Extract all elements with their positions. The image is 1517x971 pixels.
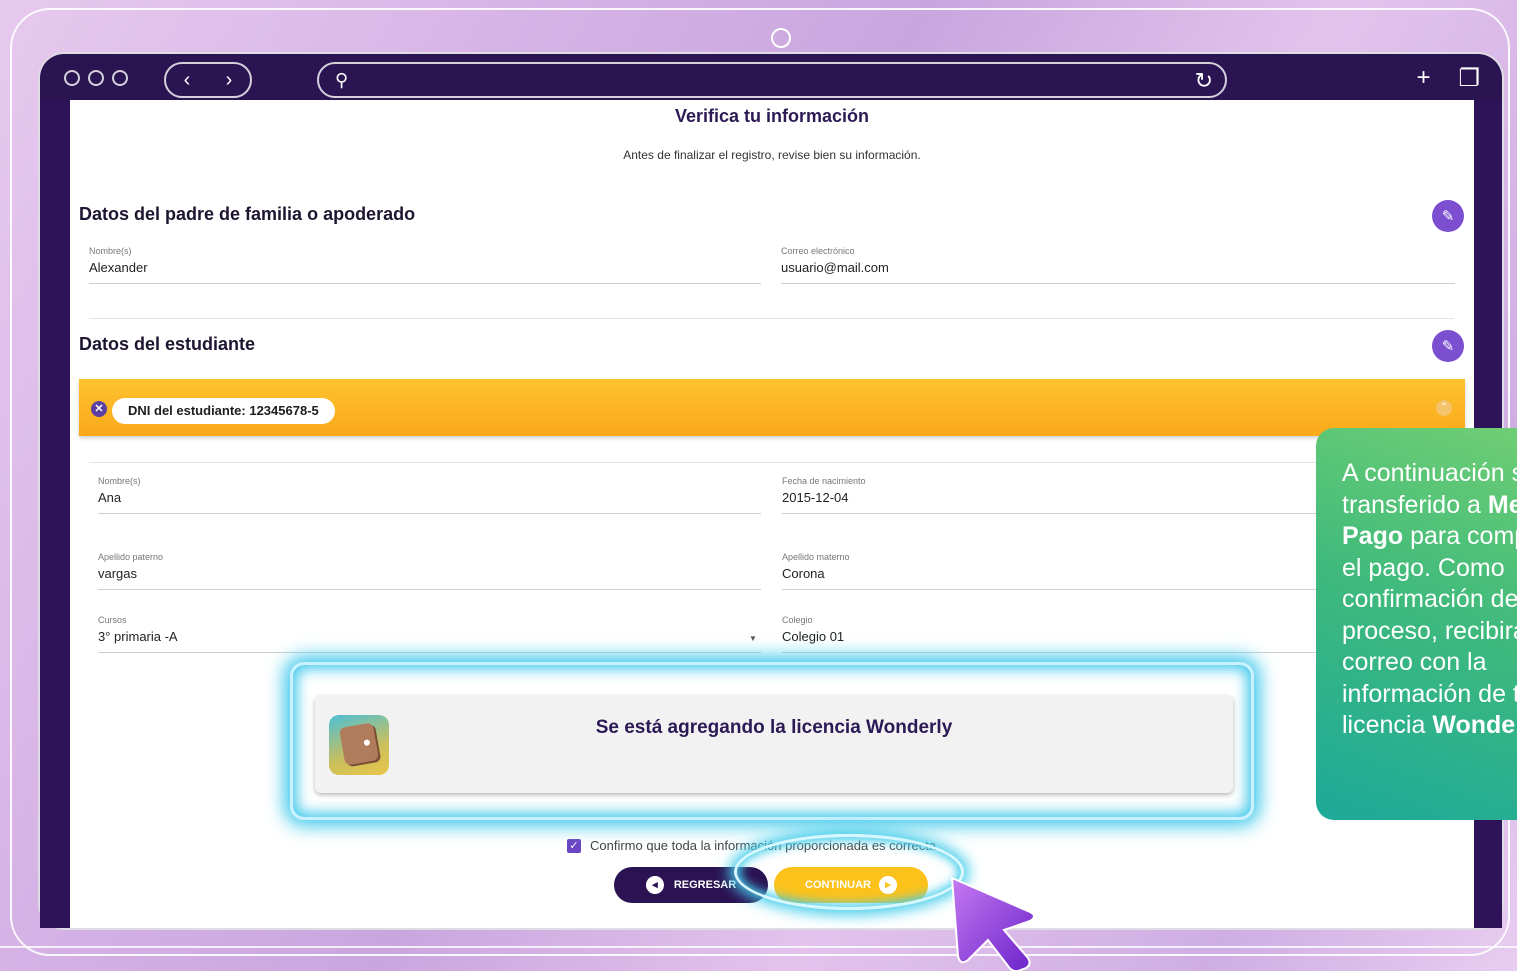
tabs-icon[interactable]: ❐ bbox=[1458, 64, 1480, 93]
field-label: Cursos bbox=[98, 615, 127, 625]
page-subtitle: Antes de finalizar el registro, revise b… bbox=[623, 148, 921, 162]
forward-arrow-icon[interactable]: › bbox=[226, 69, 233, 92]
arrow-left-icon: ◂ bbox=[645, 876, 664, 894]
browser-toolbar: ‹ › ⚲ ↻ + ❐ bbox=[44, 58, 1498, 102]
field-label: Apellido paterno bbox=[98, 552, 164, 562]
maximize-window-icon[interactable] bbox=[112, 70, 128, 86]
callout-text: A continuación serás transferido a Merca… bbox=[1342, 459, 1517, 739]
section-divider bbox=[89, 318, 1454, 319]
back-button-label: REGRESAR bbox=[673, 879, 737, 891]
student-name-field[interactable]: Nombre(s) Ana bbox=[98, 476, 761, 514]
camera-icon bbox=[771, 28, 791, 48]
field-value: 2015-12-04 bbox=[782, 490, 849, 505]
new-tab-icon[interactable]: + bbox=[1416, 64, 1430, 93]
edit-parent-button[interactable]: ✎ bbox=[1432, 200, 1464, 232]
close-window-icon[interactable] bbox=[64, 70, 80, 86]
remove-student-icon[interactable]: ✕ bbox=[91, 401, 107, 417]
address-bar[interactable]: ⚲ ↻ bbox=[317, 62, 1227, 98]
license-message: Se está agregando la licencia Wonderly bbox=[595, 717, 953, 738]
page-title: Verifica tu información bbox=[674, 106, 870, 126]
license-card: Se está agregando la licencia Wonderly bbox=[315, 695, 1233, 793]
reload-icon[interactable]: ↻ bbox=[1195, 68, 1213, 94]
pencil-icon: ✎ bbox=[1441, 338, 1455, 355]
pencil-icon: ✎ bbox=[1441, 208, 1455, 225]
field-value: usuario@mail.com bbox=[781, 260, 889, 275]
field-label: Nombre(s) bbox=[89, 246, 132, 256]
field-value: Corona bbox=[782, 566, 825, 581]
field-label: Correo electrónico bbox=[781, 246, 855, 256]
minimize-window-icon[interactable] bbox=[88, 70, 104, 86]
field-value: Colegio 01 bbox=[782, 629, 845, 644]
field-label: Nombre(s) bbox=[98, 476, 141, 486]
dni-chip: DNI del estudiante: 12345678-5 bbox=[112, 398, 335, 424]
section-divider bbox=[89, 462, 1454, 463]
license-popup: Se está agregando la licencia Wonderly bbox=[290, 662, 1254, 820]
checkbox-checked-icon[interactable]: ✓ bbox=[567, 838, 581, 853]
parent-email-field[interactable]: Correo electrónico usuario@mail.com bbox=[781, 246, 1455, 284]
field-value: vargas bbox=[98, 566, 138, 581]
window-controls bbox=[64, 70, 128, 86]
nav-buttons: ‹ › bbox=[164, 62, 252, 98]
dropdown-arrow-icon[interactable]: ▼ bbox=[749, 634, 757, 643]
parent-section-title: Datos del padre de familia o apoderado bbox=[79, 204, 416, 224]
edit-student-button[interactable]: ✎ bbox=[1432, 330, 1464, 362]
back-arrow-icon[interactable]: ‹ bbox=[184, 69, 191, 92]
parent-name-field[interactable]: Nombre(s) Alexander bbox=[89, 246, 761, 284]
search-icon: ⚲ bbox=[335, 70, 349, 90]
continue-highlight-ring bbox=[734, 834, 964, 910]
student-accordion-header[interactable]: ✕ DNI del estudiante: 12345678-5 ⌃ bbox=[79, 379, 1465, 436]
chevron-up-icon[interactable]: ⌃ bbox=[1436, 400, 1452, 416]
paternal-surname-field[interactable]: Apellido paterno vargas bbox=[98, 552, 761, 590]
field-value: 3° primaria -A bbox=[98, 629, 178, 644]
student-section-title: Datos del estudiante bbox=[79, 334, 256, 354]
pointer-cursor-icon bbox=[950, 876, 1035, 971]
frame-bottom-line bbox=[0, 946, 1517, 948]
course-select[interactable]: Cursos 3° primaria -A bbox=[98, 615, 761, 653]
info-callout: A continuación serás transferido a Merca… bbox=[1316, 428, 1517, 820]
toolbar-actions: + ❐ bbox=[1416, 64, 1480, 93]
field-value: Ana bbox=[98, 490, 122, 505]
page-left-border bbox=[40, 100, 70, 928]
field-value: Alexander bbox=[89, 260, 148, 275]
